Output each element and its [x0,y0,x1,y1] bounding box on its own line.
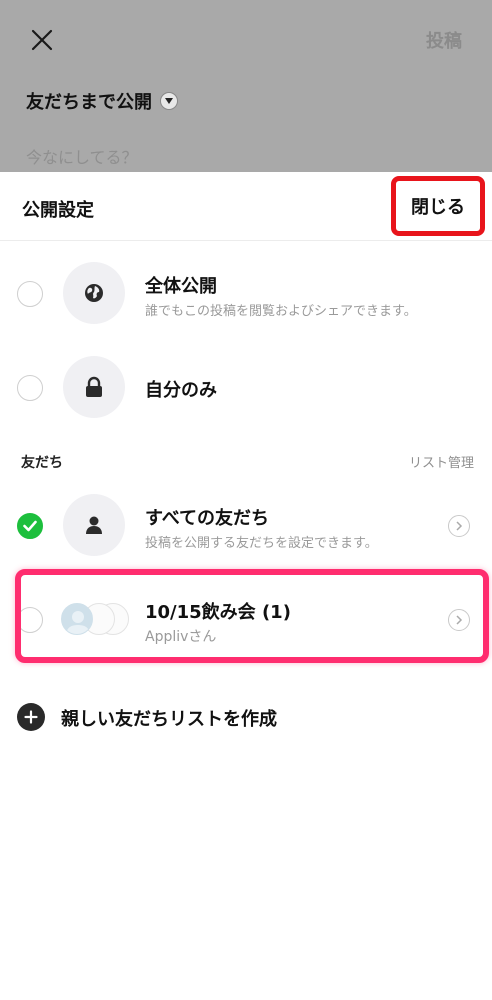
audience-selector[interactable]: 友だちまで公開 [26,88,178,114]
create-friend-list-button[interactable]: 親しい友だちリストを作成 [0,702,492,734]
create-list-label: 親しい友だちリストを作成 [61,709,277,730]
plus-icon [17,703,45,731]
option-all-friends[interactable]: すべての友だち 投稿を公開する友だちを設定できます。 [0,494,492,558]
option-public-subtitle: 誰でもこの投稿を閲覧およびシェアできます。 [145,304,417,319]
person-icon [63,494,125,556]
annotation-highlight-box [15,569,489,663]
composer-placeholder[interactable]: 今なにしてる？ [26,144,138,168]
option-all-friends-subtitle: 投稿を公開する友だちを設定できます。 [145,536,378,551]
manage-lists-link[interactable]: リスト管理 [409,452,474,471]
post-button[interactable]: 投稿 [426,27,462,53]
lock-icon [63,356,125,418]
option-public[interactable]: 全体公開 誰でもこの投稿を閲覧およびシェアできます。 [0,262,492,326]
friends-section-label: 友だち [21,455,63,471]
radio-public[interactable] [17,281,43,307]
option-only-me[interactable]: 自分のみ [0,356,492,420]
option-public-title: 全体公開 [145,276,217,297]
option-only-me-title: 自分のみ [145,380,217,401]
audience-label: 友だちまで公開 [26,92,152,113]
option-all-friends-title: すべての友だち [145,508,270,529]
radio-only-me[interactable] [17,375,43,401]
close-button[interactable]: 閉じる [391,176,485,236]
sheet-title: 公開設定 [22,200,94,221]
close-icon[interactable] [29,27,55,53]
post-composer-backdrop: 投稿 友だちまで公開 今なにしてる？ [0,0,492,172]
chevron-down-icon [160,92,178,110]
sheet-header: 公開設定 閉じる [0,172,492,241]
privacy-settings-sheet: 公開設定 閉じる 全体公開 誰でもこの投稿を閲覧およびシェアできます。 自分のみ… [0,172,492,1000]
chevron-right-icon[interactable] [448,515,470,537]
radio-all-friends-checked[interactable] [17,513,43,539]
globe-icon [63,262,125,324]
